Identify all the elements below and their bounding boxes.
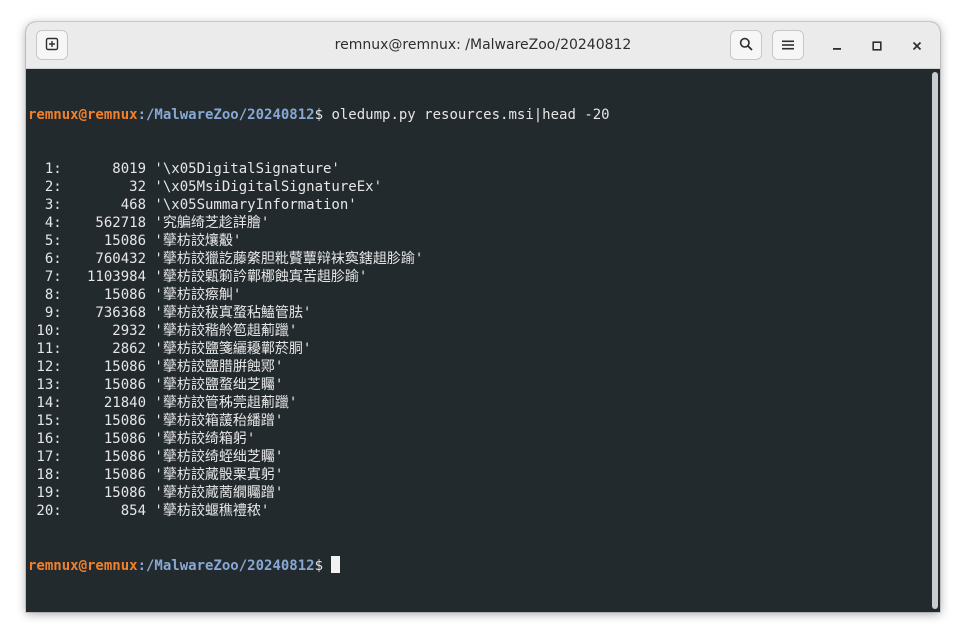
- output-line: 10: 2932 '䖂枋詨稭舲笣趄葪躐': [28, 323, 298, 339]
- output-line: 2: 32 '\x05MsiDigitalSignatureEx': [28, 179, 383, 195]
- output-line: 19: 15086 '䖂枋詨蕆蔐繝矚蹭': [28, 485, 284, 501]
- output-line: 3: 468 '\x05SummaryInformation': [28, 197, 357, 213]
- close-icon: [912, 36, 922, 55]
- output-line: 6: 760432 '䖂枋詨獵訖藤綮胆粃藖蕈辩袜寏鎋趄胗踰': [28, 251, 424, 267]
- search-icon: [739, 36, 753, 55]
- new-tab-icon: [45, 36, 59, 55]
- output-line: 12: 15086 '䖂枋詨鹽腊腁蝕鄍': [28, 359, 284, 375]
- output-line: 11: 2862 '䖂枋詨鹽箋纚耰鄿菸胴': [28, 341, 312, 357]
- output-line: 8: 15086 '䖂枋詨瘵觓': [28, 287, 242, 303]
- output-line: 13: 15086 '䖂枋詨鹽蝥绌芝矚': [28, 377, 284, 393]
- output-line: 4: 562718 '究艑绮芝趁詳膾': [28, 215, 270, 231]
- output-line: 1: 8019 '\x05DigitalSignature': [28, 161, 340, 177]
- output-line: 7: 1103984 '䖂枋詨甈箣訡鄿梛蝕寘苦趄胗踰': [28, 269, 368, 285]
- output-line: 14: 21840 '䖂枋詨管秭莞趄葪躐': [28, 395, 298, 411]
- hamburger-menu-icon: [782, 36, 794, 55]
- maximize-icon: [872, 36, 882, 55]
- output-line: 16: 15086 '䖂枋詨绮箱躬': [28, 431, 256, 447]
- close-button[interactable]: [906, 34, 928, 56]
- output-line: 15: 15086 '䖂枋詨箱蘐秮繙蹭': [28, 413, 284, 429]
- terminal-area[interactable]: remnux@remnux:/MalwareZoo/20240812$ oled…: [26, 69, 940, 612]
- title-bar[interactable]: remnux@remnux: /MalwareZoo/20240812: [26, 22, 940, 69]
- minimize-icon: [832, 36, 842, 55]
- output-block: 1: 8019 '\x05DigitalSignature' 2: 32 '\x…: [28, 160, 610, 520]
- output-line: 17: 15086 '䖂枋詨绮蛭绌芝矚': [28, 449, 284, 465]
- final-prompt-symbol: $: [314, 558, 332, 574]
- text-cursor: [331, 556, 341, 573]
- final-prompt-path: :/MalwareZoo/20240812: [137, 558, 315, 574]
- final-prompt-line: remnux@remnux:/MalwareZoo/20240812$: [28, 556, 610, 574]
- terminal-window: remnux@remnux: /MalwareZoo/20240812 remn…: [26, 22, 940, 612]
- menu-button[interactable]: [772, 30, 804, 60]
- output-line: 5: 15086 '䖂枋詨爙觳': [28, 233, 242, 249]
- terminal-output: remnux@remnux:/MalwareZoo/20240812$ oled…: [28, 70, 610, 610]
- command-text: oledump.py resources.msi|head -20: [331, 107, 610, 123]
- prompt-symbol: $: [314, 107, 332, 123]
- minimize-button[interactable]: [826, 34, 848, 56]
- prompt-path: :/MalwareZoo/20240812: [137, 107, 315, 123]
- search-button[interactable]: [730, 30, 762, 60]
- output-line: 20: 854 '䖂枋詨蝘穛禮秾': [28, 503, 270, 519]
- maximize-button[interactable]: [866, 34, 888, 56]
- scrollbar-thumb[interactable]: [932, 72, 938, 609]
- output-line: 18: 15086 '䖂枋詨蕆骰栗寘躬': [28, 467, 284, 483]
- output-line: 9: 736368 '䖂枋詨秡寘蝥秥鰪管胠': [28, 305, 312, 321]
- prompt-user: remnux@remnux: [28, 107, 138, 123]
- scrollbar[interactable]: [928, 69, 940, 612]
- new-tab-button[interactable]: [36, 30, 68, 60]
- command-line: remnux@remnux:/MalwareZoo/20240812$ oled…: [28, 106, 610, 124]
- final-prompt-user: remnux@remnux: [28, 558, 138, 574]
